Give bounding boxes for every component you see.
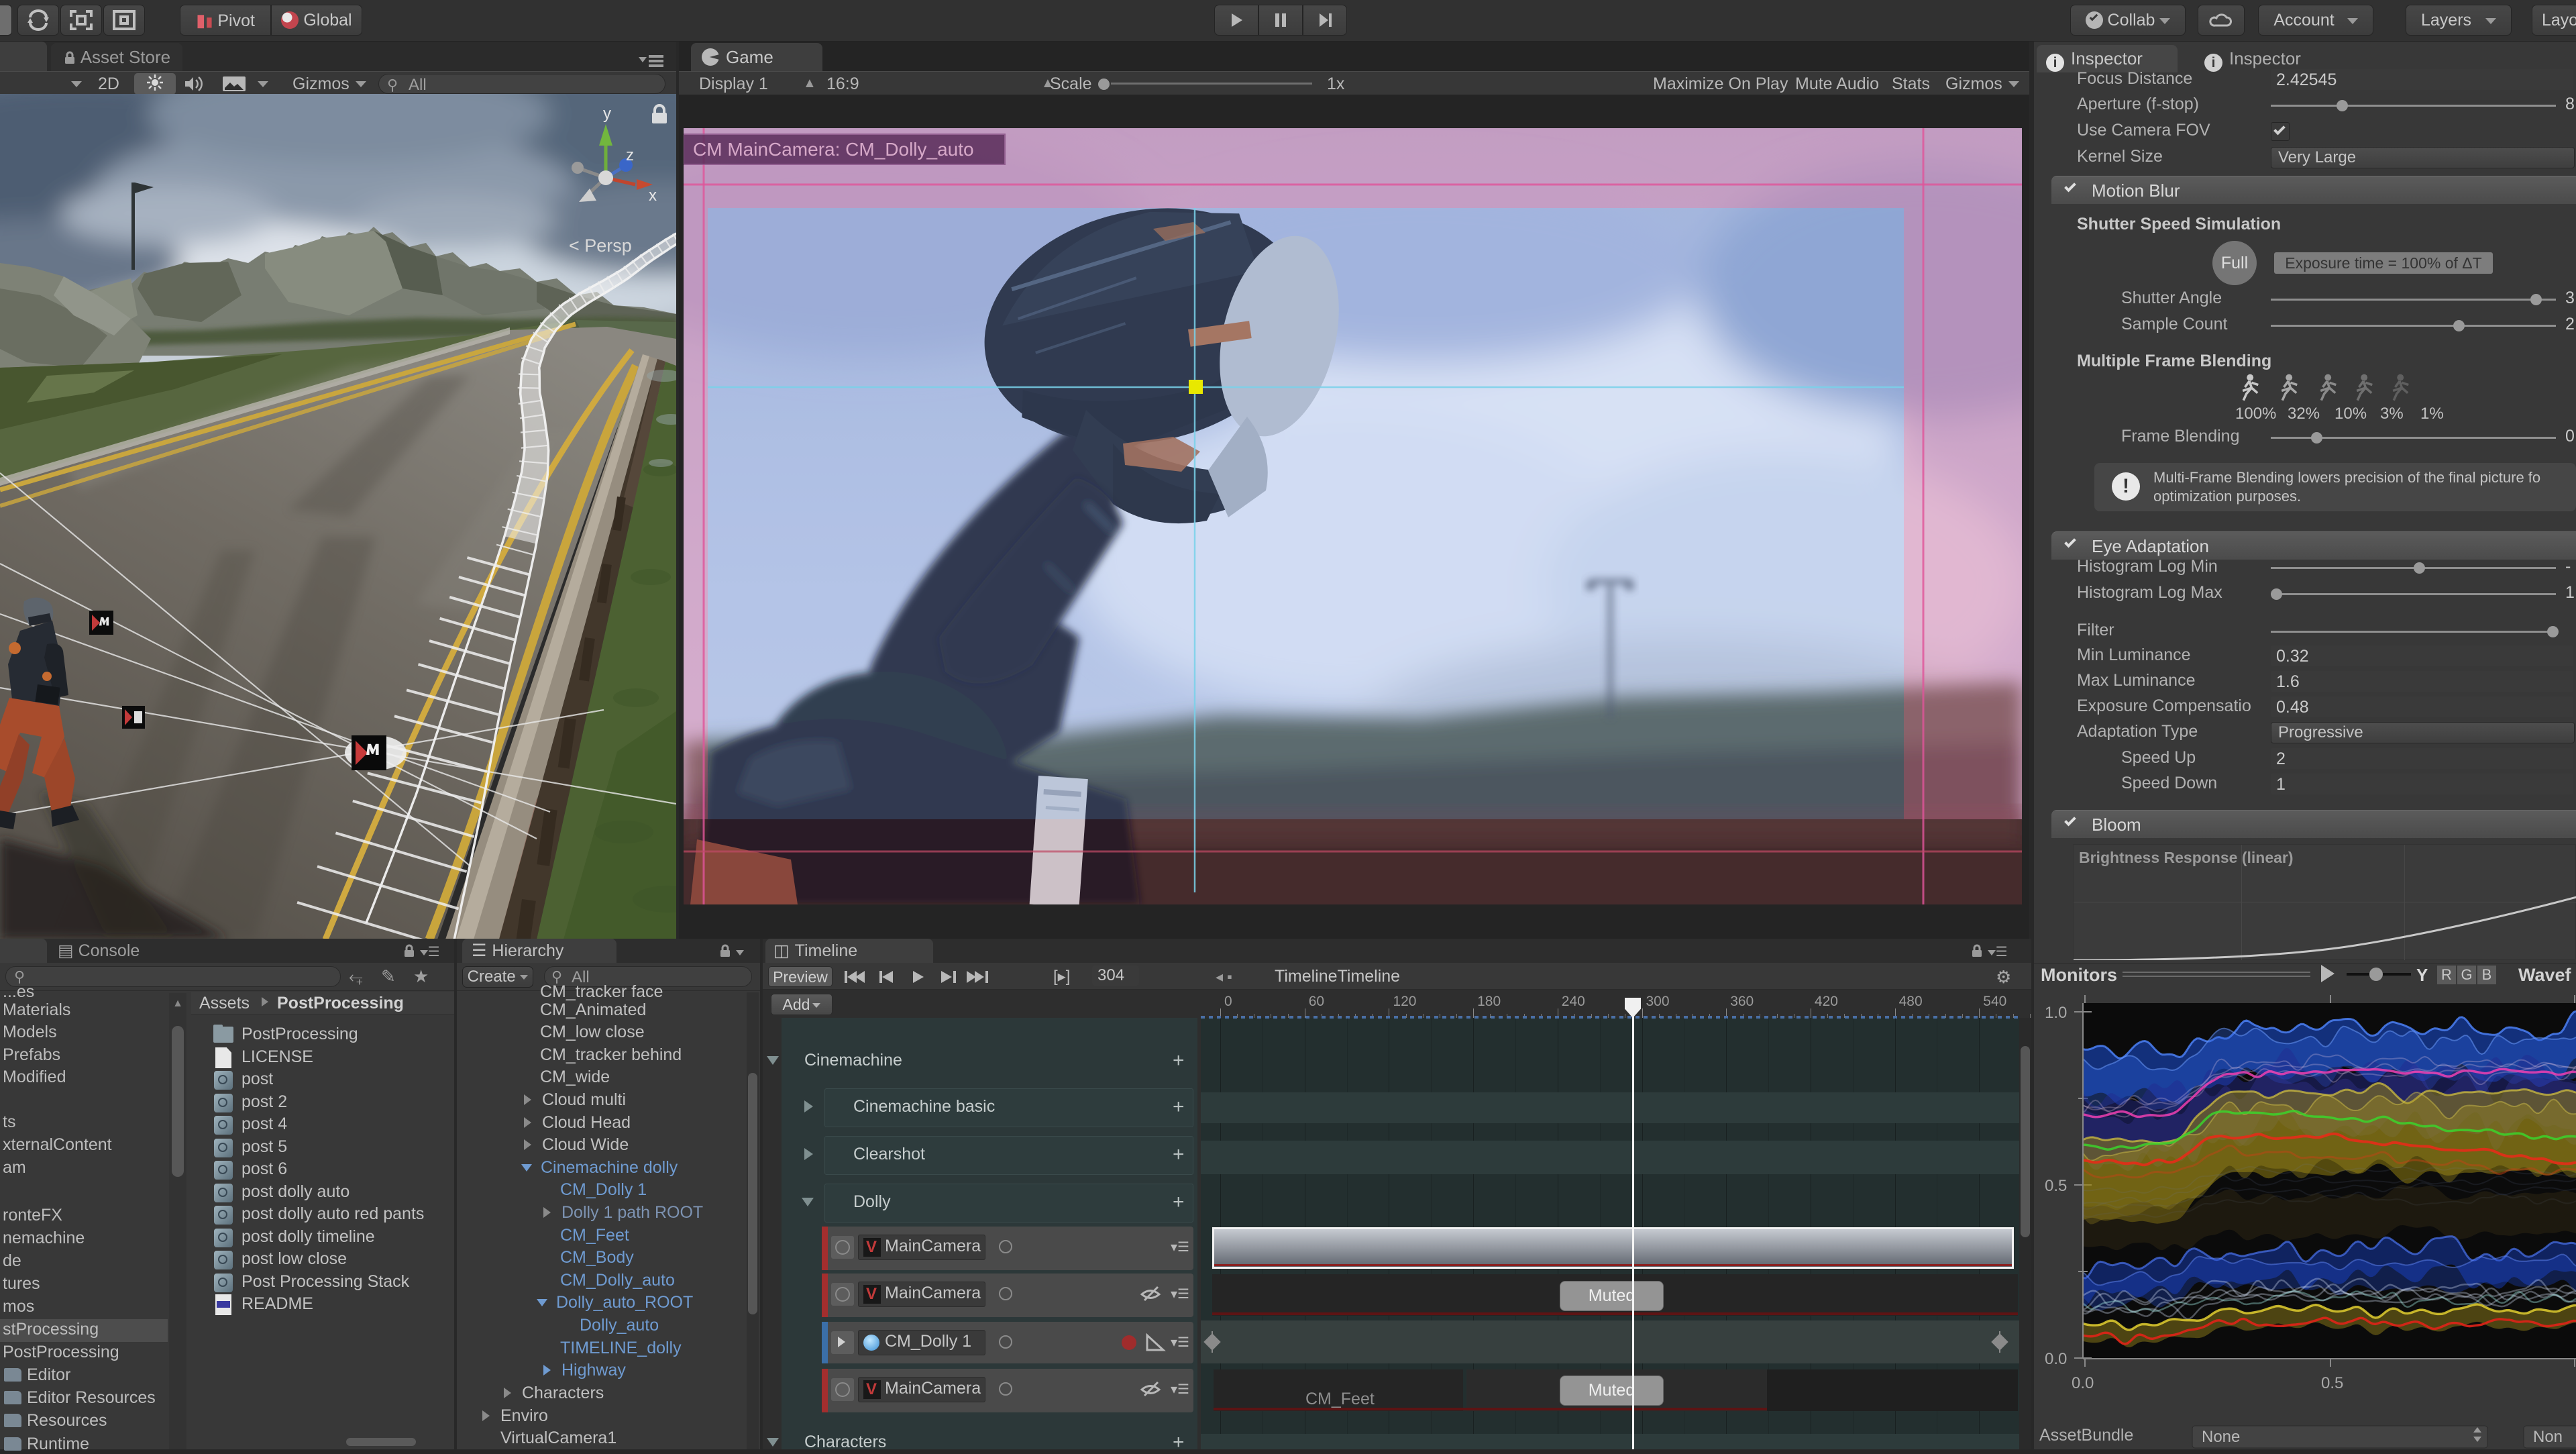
svg-text:0.0: 0.0: [2072, 1374, 2094, 1392]
svg-text:x: x: [649, 187, 657, 205]
svg-text:˂ Persp: ˂ Persp: [569, 236, 632, 256]
svg-text:1.0: 1.0: [2045, 1004, 2067, 1022]
svg-text:CM MainCamera: CM_Dolly_auto: CM MainCamera: CM_Dolly_auto: [693, 139, 974, 160]
svg-text:Non: Non: [2533, 1428, 2563, 1446]
svg-text:AssetBundle: AssetBundle: [2039, 1426, 2133, 1445]
svg-text:z: z: [626, 146, 634, 164]
svg-text:y: y: [603, 105, 611, 123]
svg-text:None: None: [2202, 1428, 2240, 1446]
svg-text:0.0: 0.0: [2045, 1350, 2067, 1368]
svg-text:0.5: 0.5: [2045, 1177, 2067, 1195]
svg-text:0.5: 0.5: [2321, 1374, 2343, 1392]
